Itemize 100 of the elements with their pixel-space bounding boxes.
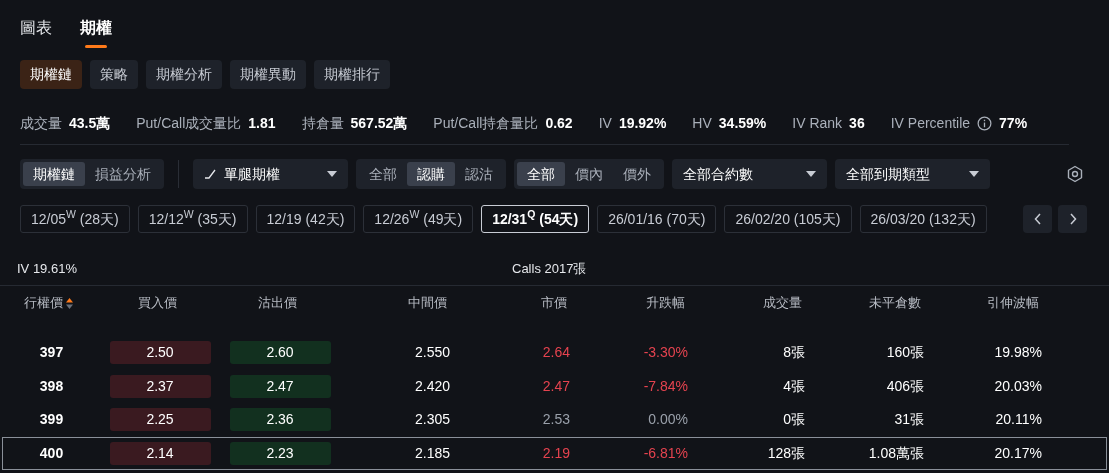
table-cell-text: 20.03% <box>994 376 1042 396</box>
expiry-tab[interactable]: 12/19 (42天) <box>255 205 356 233</box>
column-header[interactable]: 中間價 <box>408 293 447 313</box>
table-cell-text: 0張 <box>783 410 805 430</box>
table-cell-text: -6.81% <box>643 443 688 463</box>
stat-value: 43.5萬 <box>69 113 111 133</box>
column-header[interactable]: 升跌幅 <box>646 293 685 313</box>
caret-icon <box>969 171 979 177</box>
sort-icon[interactable] <box>66 297 73 309</box>
column-header[interactable]: 行權價 <box>24 293 63 313</box>
stat-value: 567.52萬 <box>350 113 408 133</box>
table-cell-text: 2.185 <box>414 443 450 463</box>
stat-label: 持倉量 <box>301 113 344 133</box>
stat-label: IV <box>598 113 612 133</box>
table-cell-text: 2.19 <box>542 443 570 463</box>
ask-cell: 2.36 <box>229 408 331 432</box>
expiry-tab[interactable]: 12/26$^{W}$ (49天) <box>363 205 474 233</box>
column-header[interactable]: 買入價 <box>137 293 177 313</box>
stat-value: 77% <box>999 113 1028 133</box>
expiry-tab[interactable]: 12/31$^{Q}$ (54天) <box>481 205 590 233</box>
table-cell-text: 1.08萬張 <box>868 443 924 463</box>
table-cell-text: -3.30% <box>643 343 688 363</box>
table-cell-text: 20.11% <box>995 410 1042 430</box>
ask-cell: 2.23 <box>229 441 331 465</box>
table-cell-text: 2.53 <box>542 410 570 430</box>
table-row[interactable]: 400 2.14 2.23 2.185 2.19 -6.81% 128張 1.08萬張 20.17% <box>2 436 1107 470</box>
strike-cell-text: 397 <box>39 343 64 363</box>
info-icon[interactable] <box>977 115 993 131</box>
settings-button[interactable] <box>1065 164 1085 184</box>
leg-icon <box>204 169 216 179</box>
sub-tab[interactable]: 期權排行 <box>314 60 390 89</box>
segment-option[interactable]: 價外 <box>613 162 661 186</box>
previous-button[interactable] <box>1023 205 1052 233</box>
table-cell-text: -7.84% <box>643 376 688 396</box>
caret-icon <box>327 171 337 177</box>
segment-option[interactable]: 全部 <box>517 162 565 186</box>
stat-label: Put/Call成交量比 <box>136 113 242 133</box>
segment-option[interactable]: 損益分析 <box>85 162 161 186</box>
stat-label: Put/Call持倉量比 <box>433 113 539 133</box>
caret-icon <box>806 171 816 177</box>
table-cell-text: 2.305 <box>414 410 450 430</box>
bid-cell: 2.37 <box>109 374 211 398</box>
sub-tab[interactable]: 期權鏈 <box>20 60 82 89</box>
table-cell-text: 0.00% <box>648 410 688 430</box>
sub-tab[interactable]: 期權異動 <box>230 60 306 89</box>
chevron-right-icon <box>1068 213 1077 225</box>
column-header[interactable]: 未平倉數 <box>869 293 921 313</box>
table-row[interactable]: 398 2.37 2.47 2.420 2.47 -7.84% 4張 406張 20.03% <box>2 369 1107 403</box>
bid-cell: 2.50 <box>109 341 211 365</box>
expiry-tab[interactable]: 12/05$^{W}$ (28天) <box>20 205 130 233</box>
table-row[interactable]: 399 2.25 2.36 2.305 2.53 0.00% 0張 31張 20.11% <box>2 403 1107 437</box>
segment-option[interactable]: 認購 <box>407 162 455 186</box>
dropdown[interactable]: 全部合約數 <box>672 159 827 189</box>
stat-label: HV <box>692 113 712 133</box>
bid-cell: 2.14 <box>109 441 211 465</box>
table-cell-text: 2.64 <box>542 343 570 363</box>
table-title: Calls 2017張 <box>512 259 587 278</box>
expiry-tab[interactable]: 26/01/16 (70天) <box>597 205 717 233</box>
expiry-tab[interactable]: 26/03/20 (132天) <box>859 205 987 233</box>
strike-cell-text: 400 <box>39 443 64 463</box>
table-cell-text: 2.550 <box>414 343 450 363</box>
stat-label: 成交量 <box>20 113 62 133</box>
ask-cell: 2.60 <box>229 341 331 365</box>
column-header[interactable]: 市價 <box>541 293 567 313</box>
stat-label: IV Percentile <box>890 113 971 133</box>
segment-option[interactable]: 認沽 <box>455 162 503 186</box>
table-cell-text: 2.420 <box>414 376 450 396</box>
stat-value: 1.81 <box>248 113 276 133</box>
sub-tab[interactable]: 策略 <box>90 60 138 89</box>
column-header[interactable]: 沽出價 <box>257 293 297 313</box>
stat-label: IV Rank <box>792 113 843 133</box>
dropdown[interactable]: 單腿期權 <box>193 159 348 189</box>
dropdown[interactable]: 全部到期類型 <box>835 159 990 189</box>
column-header[interactable]: 引伸波幅 <box>987 293 1039 313</box>
strike-cell-text: 399 <box>39 410 64 430</box>
stat-value: 0.62 <box>545 113 573 133</box>
iv-label: IV 19.61% <box>17 259 77 278</box>
strike-cell-text: 398 <box>39 376 64 396</box>
main-tab[interactable]: 圖表 <box>20 16 52 48</box>
segment-option[interactable]: 價內 <box>565 162 613 186</box>
table-cell-text: 406張 <box>886 376 924 396</box>
table-cell-text: 4張 <box>783 376 805 396</box>
chevron-left-icon <box>1033 213 1042 225</box>
next-button[interactable] <box>1058 205 1087 233</box>
table-cell-text: 160張 <box>886 343 924 363</box>
main-tab[interactable]: 期權 <box>80 16 112 48</box>
expiry-tab[interactable]: 12/12$^{W}$ (35天) <box>137 205 248 233</box>
table-cell-text: 8張 <box>783 343 805 363</box>
table-cell-text: 128張 <box>767 443 805 463</box>
table-cell-text: 19.98% <box>994 343 1042 363</box>
segment-option[interactable]: 期權鏈 <box>23 162 85 186</box>
stat-value: 36 <box>849 113 865 133</box>
sub-tab[interactable]: 期權分析 <box>146 60 222 89</box>
table-cell-text: 31張 <box>894 410 924 430</box>
column-header[interactable]: 成交量 <box>763 293 802 313</box>
expiry-tab[interactable]: 26/02/20 (105天) <box>724 205 852 233</box>
ask-cell: 2.47 <box>229 374 331 398</box>
table-row[interactable]: 397 2.50 2.60 2.550 2.64 -3.30% 8張 160張 19.98% <box>2 336 1107 370</box>
segment-option[interactable]: 全部 <box>359 162 407 186</box>
table-cell-text: 2.47 <box>542 376 570 396</box>
